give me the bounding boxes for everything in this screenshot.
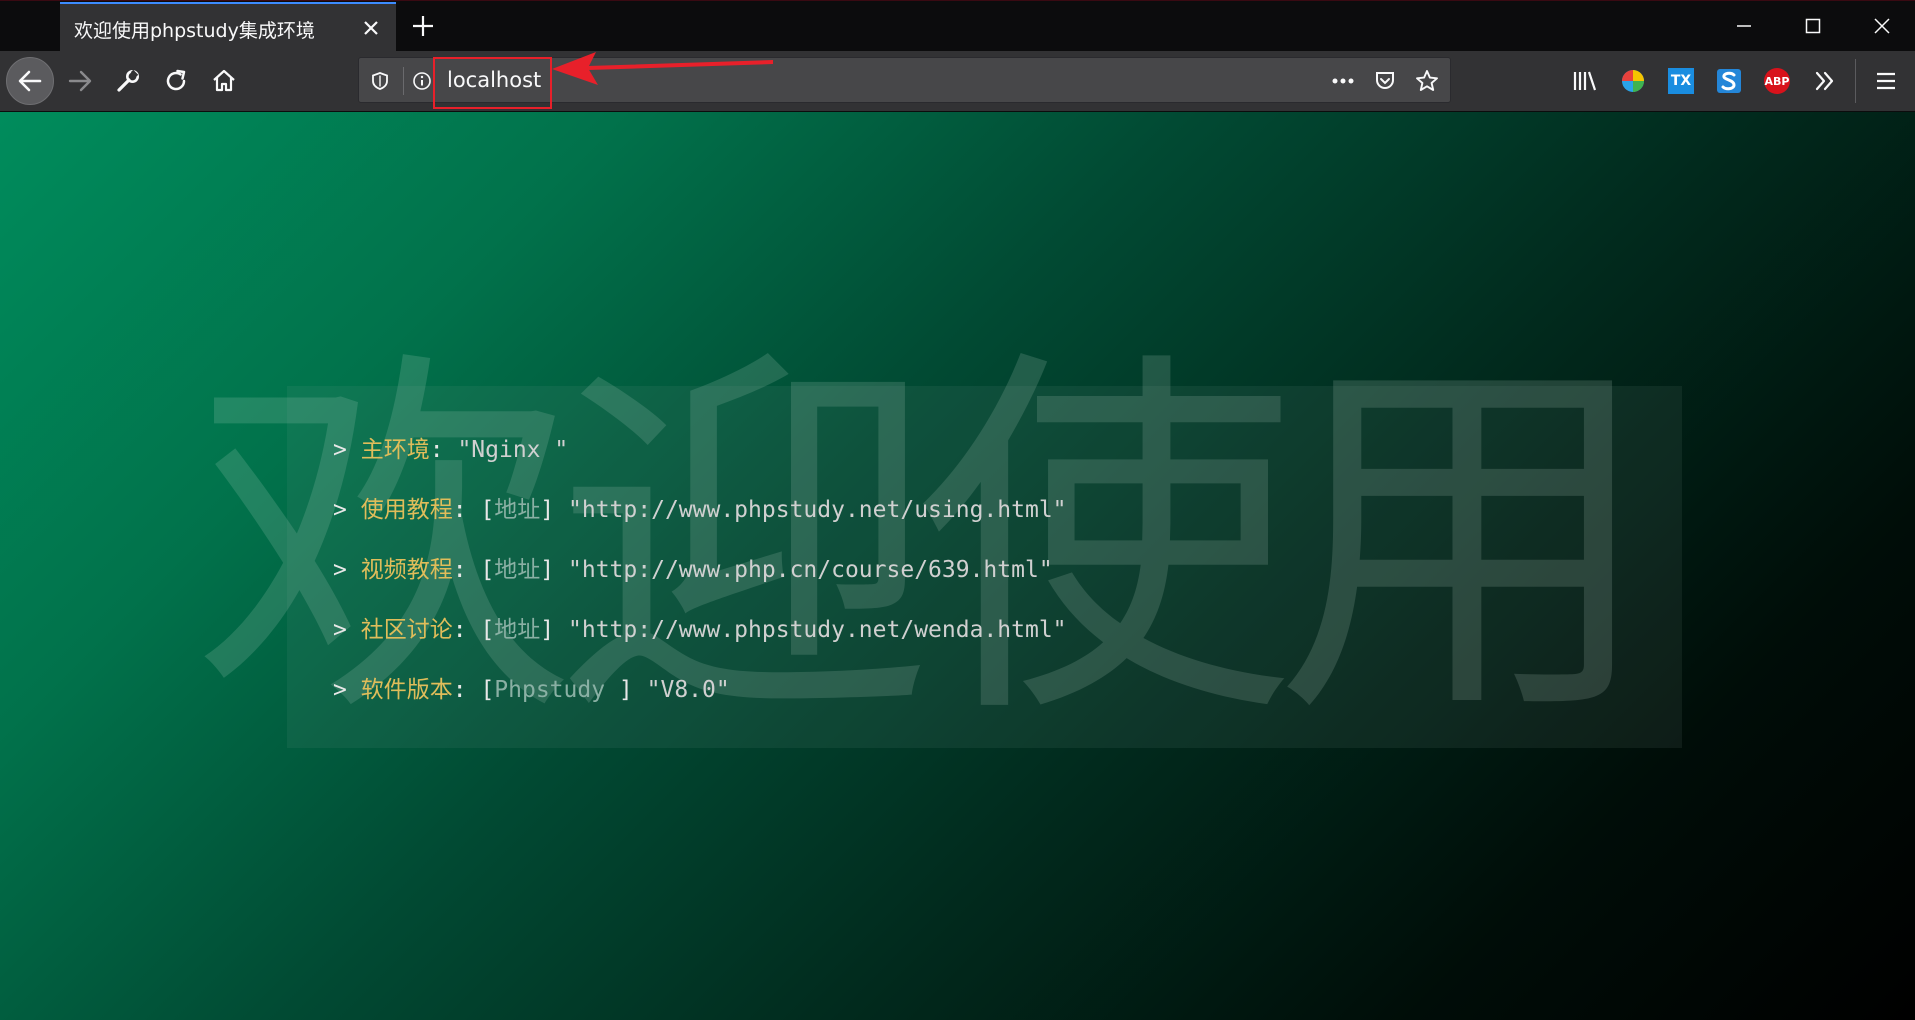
shield-icon[interactable] — [367, 68, 393, 94]
extension-adblock-button[interactable]: ABP — [1757, 61, 1797, 101]
minimize-icon[interactable] — [1709, 1, 1779, 51]
info-value: "http://www.phpstudy.net/wenda.html" — [568, 617, 1067, 643]
info-line-version: > 软件版本: [Phpstudy ] "V8.0" — [333, 670, 730, 704]
tag-bracket-open: [ — [480, 617, 495, 643]
arrow-right-icon — [68, 70, 92, 92]
abp-badge-icon: ABP — [1764, 68, 1790, 94]
info-line-tutorial: > 使用教程: [地址] "http://www.phpstudy.net/us… — [333, 490, 1067, 524]
new-tab-icon[interactable] — [408, 11, 438, 41]
tx-badge-icon: TX — [1668, 68, 1694, 94]
info-value: "http://www.php.cn/course/639.html" — [568, 557, 1053, 583]
library-icon — [1573, 71, 1597, 91]
extension-tx-button[interactable]: TX — [1661, 61, 1701, 101]
double-chevron-right-icon — [1815, 71, 1834, 91]
tag-bracket-close: ] — [540, 617, 555, 643]
colon: : — [452, 677, 467, 703]
page-actions-icon[interactable] — [1330, 68, 1356, 94]
forward-button[interactable] — [56, 57, 104, 105]
info-key: 视频教程 — [360, 557, 453, 583]
extension-colorful-button[interactable] — [1613, 61, 1653, 101]
tag-bracket-close: ] — [540, 497, 555, 523]
prompt-symbol: > — [333, 617, 347, 643]
back-button[interactable] — [6, 57, 54, 105]
tag-bracket-open: [ — [480, 557, 495, 583]
info-tag: Phpstudy — [494, 677, 619, 703]
info-value: "V8.0" — [646, 677, 730, 703]
info-tag[interactable]: 地址 — [494, 557, 540, 583]
tab-active[interactable]: 欢迎使用phpstudy集成环境 — [60, 2, 396, 52]
bookmark-star-icon[interactable] — [1414, 68, 1440, 94]
reload-icon — [166, 69, 186, 91]
s-logo-icon — [1717, 69, 1741, 93]
prompt-symbol: > — [333, 437, 347, 463]
colorful-ball-icon — [1622, 70, 1644, 92]
info-key: 主环境 — [360, 437, 430, 463]
annotation-arrow-icon — [552, 52, 773, 85]
prompt-symbol: > — [333, 557, 347, 583]
tab-strip: 欢迎使用phpstudy集成环境 — [0, 0, 1915, 52]
info-tag[interactable]: 地址 — [494, 497, 540, 523]
tag-bracket-close: ] — [540, 557, 555, 583]
developer-tools-button[interactable] — [104, 57, 152, 105]
library-button[interactable] — [1565, 61, 1605, 101]
tab-title: 欢迎使用phpstudy集成环境 — [74, 20, 315, 42]
close-window-icon[interactable] — [1847, 1, 1915, 51]
home-button[interactable] — [200, 57, 248, 105]
tag-bracket-open: [ — [480, 497, 495, 523]
info-line-environment: > 主环境: "Nginx " — [333, 430, 568, 464]
reload-button[interactable] — [152, 57, 200, 105]
pocket-icon[interactable] — [1372, 68, 1398, 94]
wrench-icon — [117, 69, 139, 92]
info-key: 使用教程 — [360, 497, 453, 523]
colon: : — [452, 497, 467, 523]
page-content: 欢迎使用 > 主环境: "Nginx " > 使用教程: [地址] "http:… — [0, 112, 1915, 1020]
main-menu-button[interactable] — [1866, 61, 1906, 101]
prompt-symbol: > — [333, 677, 347, 703]
arrow-left-icon — [18, 70, 42, 92]
info-value: "Nginx " — [457, 437, 569, 463]
info-tag[interactable]: 地址 — [494, 617, 540, 643]
navigation-toolbar: localhost TX ABP — [0, 51, 1915, 112]
maximize-icon[interactable] — [1778, 1, 1848, 51]
info-key: 社区讨论 — [360, 617, 453, 643]
colon: : — [452, 557, 467, 583]
colon: : — [429, 437, 444, 463]
info-line-community: > 社区讨论: [地址] "http://www.phpstudy.net/we… — [333, 610, 1067, 644]
info-key: 软件版本 — [360, 677, 453, 703]
toolbar-separator — [1855, 59, 1856, 103]
tag-bracket-close: ] — [618, 677, 633, 703]
overflow-menu-button[interactable] — [1805, 61, 1845, 101]
info-icon[interactable] — [409, 68, 435, 94]
close-tab-icon[interactable] — [358, 15, 384, 41]
home-icon — [213, 69, 235, 92]
url-separator — [403, 67, 404, 95]
prompt-symbol: > — [333, 497, 347, 523]
tag-bracket-open: [ — [480, 677, 495, 703]
hamburger-icon — [1877, 72, 1895, 90]
annotation-highlight-box — [433, 57, 552, 109]
colon: : — [452, 617, 467, 643]
info-value: "http://www.phpstudy.net/using.html" — [568, 497, 1067, 523]
info-line-video: > 视频教程: [地址] "http://www.php.cn/course/6… — [333, 550, 1053, 584]
extension-s-button[interactable] — [1709, 61, 1749, 101]
